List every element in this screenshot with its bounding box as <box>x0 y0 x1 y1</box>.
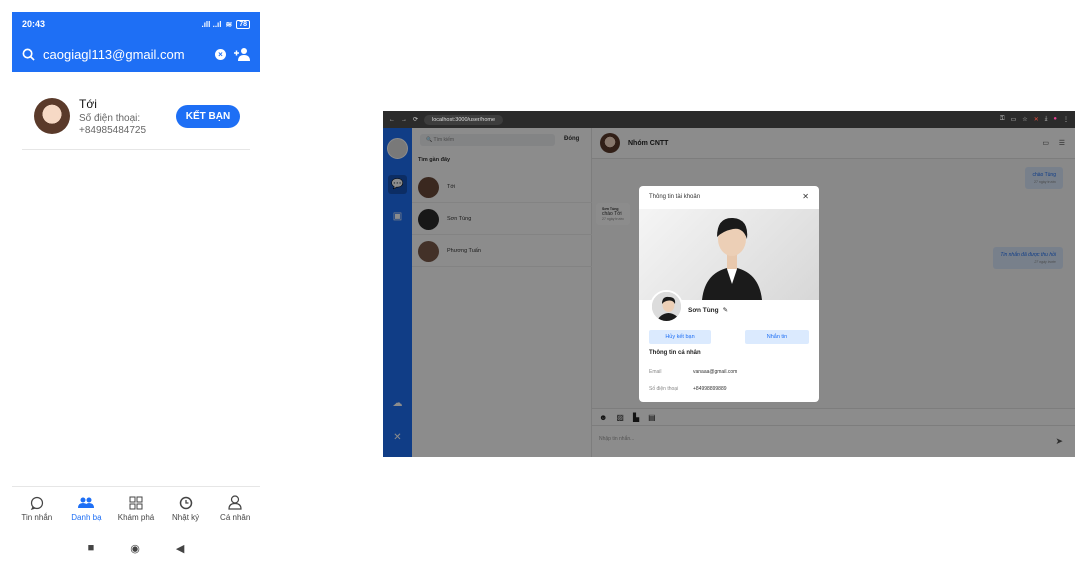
unfriend-button[interactable]: Hủy kết bạn <box>649 330 711 344</box>
search-icon[interactable] <box>22 48 35 61</box>
address-bar[interactable]: localhost:3000/user/home <box>424 114 504 125</box>
back-arrow-icon[interactable]: ← <box>389 117 395 123</box>
result-phone-label: Số điện thoại: <box>79 113 141 124</box>
extension-icon[interactable]: ✕ <box>1034 116 1039 123</box>
system-nav: ■ ◉ ◀ <box>12 536 260 560</box>
nav-messages[interactable]: Tin nhắn <box>13 496 61 522</box>
clock-icon <box>179 496 192 509</box>
edit-pencil-icon[interactable]: ✎ <box>723 307 728 314</box>
key-icon[interactable]: ⚿ <box>1000 116 1005 123</box>
profile-avatar <box>650 290 683 323</box>
bottom-nav: Tin nhắn Danh bạ Khám phá Nhật ký Cá nhâ… <box>12 486 260 530</box>
email-label: Email <box>649 369 662 375</box>
download-icon[interactable]: ⤓ <box>1045 116 1048 123</box>
person-icon <box>228 495 242 510</box>
search-result-item[interactable]: Tới Số điện thoại: +84985484725 KẾT BẠN <box>22 92 250 150</box>
status-bar: 20:43 .ıll ..ıl ≋ 78 <box>12 12 260 36</box>
nav-contacts[interactable]: Danh bạ <box>62 496 110 522</box>
back-button[interactable]: ◀ <box>176 542 184 555</box>
mobile-screen: 20:43 .ıll ..ıl ≋ 78 caogiagl113@gmail.c… <box>12 12 260 566</box>
chat-icon <box>30 496 43 510</box>
profile-name: Sơn Tùng ✎ <box>688 307 729 314</box>
cast-icon[interactable]: ▭ <box>1011 116 1017 123</box>
clear-search-icon[interactable]: × <box>215 48 226 60</box>
wifi-icon: ≋ <box>225 19 233 29</box>
result-phone: +84985484725 <box>79 125 147 136</box>
home-button[interactable]: ◉ <box>130 542 140 555</box>
add-friend-button[interactable]: KẾT BẠN <box>176 105 240 128</box>
account-info-modal: Thông tin tài khoản ✕ Sơn Tùng ✎ Hủy kết … <box>639 186 819 402</box>
menu-icon[interactable]: ⋮ <box>1063 116 1069 123</box>
email-value: vanaaa@gmail.com <box>693 369 738 375</box>
cover-photo <box>639 209 819 300</box>
avatar <box>34 98 70 134</box>
forward-arrow-icon[interactable]: → <box>401 117 407 123</box>
cover-person-image <box>702 217 762 300</box>
result-name: Tới <box>79 97 97 111</box>
reload-icon[interactable]: ⟳ <box>413 116 418 123</box>
profile-icon[interactable]: ● <box>1053 116 1057 123</box>
nav-profile[interactable]: Cá nhân <box>211 495 259 522</box>
desktop-window: ← → ⟳ localhost:3000/user/home ⚿ ▭ ☆ ✕ ⤓… <box>383 111 1075 457</box>
recents-button[interactable]: ■ <box>88 542 95 554</box>
status-time: 20:43 <box>22 19 46 29</box>
search-bar: caogiagl113@gmail.com × <box>12 36 260 72</box>
add-friend-icon[interactable] <box>234 47 250 61</box>
phone-label: Số điện thoại <box>649 386 679 392</box>
contacts-icon <box>78 497 95 508</box>
close-icon[interactable]: ✕ <box>802 192 809 201</box>
nav-timeline[interactable]: Nhật ký <box>162 496 210 522</box>
nav-explore[interactable]: Khám phá <box>112 496 160 522</box>
signal-icon: .ıll ..ıl <box>201 19 222 29</box>
grid-icon <box>129 496 143 509</box>
send-message-button[interactable]: Nhắn tin <box>745 330 809 344</box>
modal-title: Thông tin tài khoản <box>649 194 701 200</box>
search-input[interactable]: caogiagl113@gmail.com <box>43 47 215 62</box>
personal-info-heading: Thông tin cá nhân <box>649 350 701 356</box>
browser-toolbar: ← → ⟳ localhost:3000/user/home ⚿ ▭ ☆ ✕ ⤓… <box>383 111 1075 128</box>
phone-value: +84998899889 <box>693 386 727 392</box>
battery-icon: 78 <box>236 19 250 29</box>
star-icon[interactable]: ☆ <box>1022 116 1027 123</box>
